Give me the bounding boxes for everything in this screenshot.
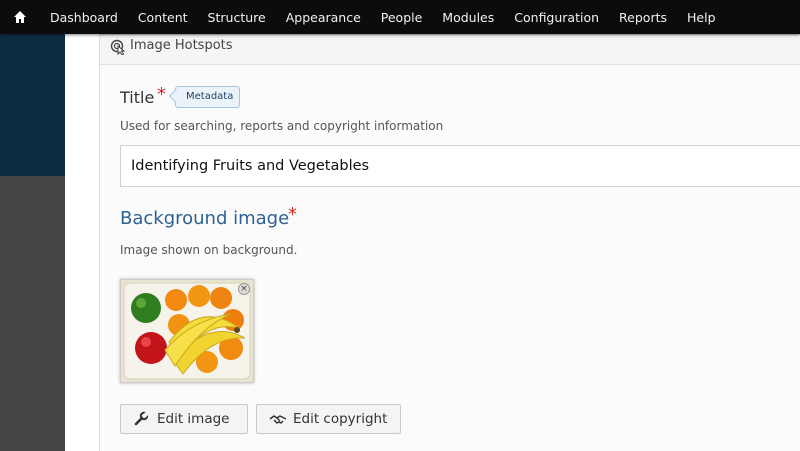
- menu-modules[interactable]: Modules: [432, 0, 504, 34]
- metadata-tag[interactable]: Metadata: [175, 86, 241, 108]
- edit-copyright-button[interactable]: Edit copyright: [256, 404, 401, 434]
- menu-configuration[interactable]: Configuration: [504, 0, 609, 34]
- background-image-label: Background image: [120, 208, 290, 229]
- menu-reports[interactable]: Reports: [609, 0, 677, 34]
- background-image-thumbnail[interactable]: [120, 279, 254, 383]
- title-field-label: Title: [120, 88, 155, 107]
- edit-image-label: Edit image: [157, 411, 230, 427]
- hotspot-editor-panel: Image Hotspots Title * Metadata Used for…: [99, 34, 800, 451]
- background-required-marker: *: [288, 204, 297, 225]
- wrench-icon: [133, 411, 149, 427]
- edit-image-button[interactable]: Edit image: [120, 404, 248, 434]
- panel-header: Image Hotspots: [100, 34, 800, 65]
- menu-appearance[interactable]: Appearance: [276, 0, 371, 34]
- title-input[interactable]: [120, 145, 800, 187]
- menu-dashboard[interactable]: Dashboard: [40, 0, 128, 34]
- page-gutter: [65, 34, 99, 451]
- admin-toolbar: Dashboard Content Structure Appearance P…: [0, 0, 800, 34]
- sidebar-gray-region: [0, 176, 65, 451]
- remove-image-icon[interactable]: ×: [238, 283, 250, 295]
- title-required-marker: *: [157, 84, 166, 105]
- title-field-description: Used for searching, reports and copyrigh…: [120, 119, 444, 133]
- panel-title: Image Hotspots: [130, 38, 233, 53]
- hotspot-pointer-icon: [110, 39, 126, 56]
- menu-content[interactable]: Content: [128, 0, 198, 34]
- background-image-description: Image shown on background.: [120, 243, 298, 257]
- menu-structure[interactable]: Structure: [198, 0, 276, 34]
- menu-help[interactable]: Help: [677, 0, 726, 34]
- edit-copyright-label: Edit copyright: [293, 411, 388, 427]
- handshake-icon: [269, 411, 287, 427]
- home-icon[interactable]: [0, 0, 40, 34]
- menu-people[interactable]: People: [371, 0, 433, 34]
- sidebar-dark-region: [0, 34, 65, 176]
